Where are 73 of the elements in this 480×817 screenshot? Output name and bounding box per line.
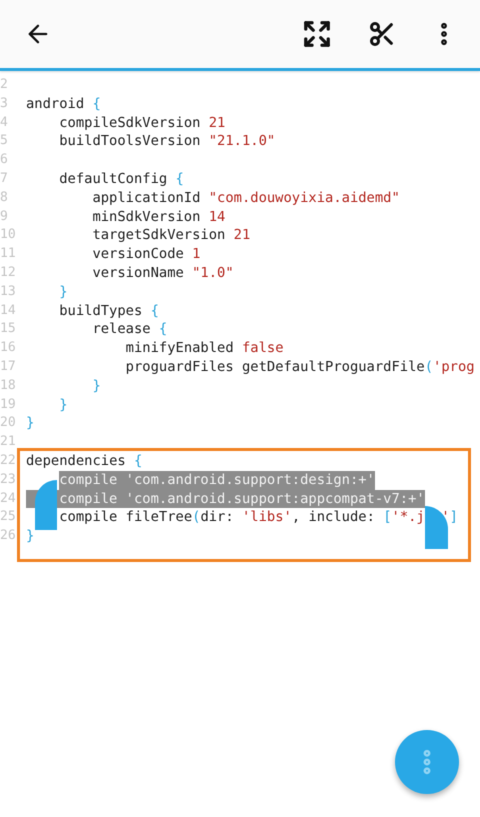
- line-number: 16: [0, 339, 17, 358]
- code-text: , include:: [292, 509, 376, 526]
- selection-handle-icon[interactable]: [35, 480, 58, 530]
- code-literal: "21.1.0": [208, 133, 276, 150]
- line-number: 8: [0, 188, 9, 207]
- fullscreen-icon[interactable]: [302, 19, 332, 49]
- code-text: buildToolsVersion: [59, 133, 202, 150]
- code-literal: "1.0": [192, 264, 234, 281]
- line-number: 2: [0, 76, 9, 94]
- code-text: proguardFiles getDefaultProguardFile: [126, 358, 425, 375]
- line-number: 18: [0, 376, 17, 395]
- code-brace: }: [92, 378, 101, 394]
- line-number: 21: [0, 433, 17, 452]
- code-literal: "com.douwoyixia.aidemd": [208, 190, 400, 206]
- code-brace: {: [134, 452, 142, 469]
- code-brace: {: [176, 170, 184, 187]
- code-text: release: [92, 321, 152, 338]
- line-number: 5: [0, 132, 9, 150]
- code-text: minSdkVersion: [92, 208, 202, 225]
- code-literal: false: [242, 340, 284, 356]
- code-text: dependencies: [26, 452, 127, 469]
- code-brace: }: [59, 396, 68, 413]
- code-brace: {: [92, 96, 101, 112]
- line-number: 24: [0, 490, 17, 508]
- code-literal: 1: [192, 246, 200, 262]
- line-number: 23: [0, 470, 17, 489]
- line-number: 26: [0, 527, 17, 546]
- code-brace: (: [192, 509, 200, 526]
- line-number: 19: [0, 396, 17, 414]
- line-number: 12: [0, 264, 17, 282]
- code-text: compileSdkVersion: [59, 114, 202, 131]
- line-number: 9: [0, 208, 9, 226]
- line-number: 7: [0, 170, 9, 188]
- code-text: defaultConfig: [59, 170, 168, 187]
- code-brace: }: [59, 284, 68, 300]
- code-text: versionCode: [92, 246, 185, 262]
- code-text: buildTypes: [59, 302, 144, 319]
- selection-handle-icon[interactable]: [424, 506, 448, 550]
- line-number: 15: [0, 320, 17, 338]
- code-brace: {: [150, 302, 159, 319]
- code-brace: [: [383, 509, 392, 526]
- code-text: versionName: [92, 264, 185, 281]
- scissors-icon[interactable]: [368, 20, 396, 48]
- code-brace: {: [158, 321, 168, 338]
- line-number: 22: [0, 452, 17, 470]
- code-literal: 21: [234, 227, 250, 244]
- line-number: 13: [0, 282, 17, 301]
- line-number: 10: [0, 226, 17, 244]
- line-number: 11: [0, 245, 17, 264]
- line-number: 17: [0, 358, 17, 376]
- actions-fab[interactable]: [395, 730, 459, 794]
- line-number: 20: [0, 414, 17, 432]
- code-literal: 14: [208, 208, 226, 225]
- code-text: applicationId: [92, 190, 202, 206]
- code-brace: }: [26, 528, 34, 544]
- line-number: 6: [0, 151, 9, 170]
- code-literal: 'prog: [433, 358, 475, 375]
- line-number: 3: [0, 94, 9, 113]
- code-brace: (: [424, 358, 434, 375]
- code-brace: ]: [450, 509, 458, 526]
- code-text: compile fileTree: [59, 509, 192, 526]
- code-literal: 21: [208, 114, 226, 131]
- code-text: minifyEnabled: [126, 340, 235, 356]
- code-literal: '*.j: [392, 509, 425, 526]
- line-number: 25: [0, 508, 17, 526]
- code-brace: }: [26, 415, 34, 432]
- code-text: dir:: [200, 509, 235, 526]
- code-text: android: [26, 96, 86, 112]
- line-number: 14: [0, 302, 17, 320]
- line-number: 4: [0, 114, 9, 132]
- code-literal: 'libs': [242, 509, 292, 526]
- code-literal: ': [441, 509, 450, 526]
- code-text: targetSdkVersion: [92, 227, 226, 244]
